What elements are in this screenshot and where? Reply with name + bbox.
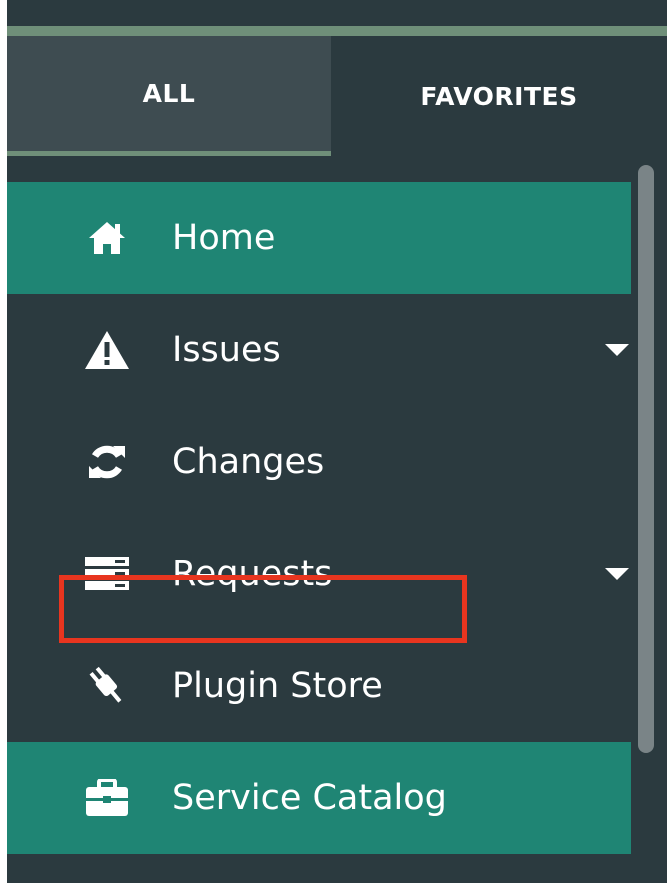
scrollbar-thumb[interactable] bbox=[638, 165, 654, 753]
plug-icon bbox=[83, 662, 131, 710]
menu-item-service-catalog-label: Service Catalog bbox=[172, 777, 447, 818]
tab-all-label: ALL bbox=[142, 79, 196, 108]
menu-item-issues-label: Issues bbox=[172, 329, 281, 370]
tab-favorites-label: FAVORITES bbox=[420, 81, 578, 111]
menu-item-plugin-store[interactable]: Plugin Store bbox=[7, 630, 631, 742]
menu-item-changes[interactable]: Changes bbox=[7, 406, 631, 518]
menu-item-issues[interactable]: Issues bbox=[7, 294, 631, 406]
menu-item-requests-label: Requests bbox=[172, 553, 333, 594]
tab-bar: ALL FAVORITES bbox=[7, 36, 667, 156]
navigation-panel: ALL FAVORITES Home Issues Changes Reques… bbox=[7, 0, 667, 883]
server-icon bbox=[83, 550, 131, 598]
menu-item-requests[interactable]: Requests bbox=[7, 518, 631, 630]
top-band bbox=[7, 0, 667, 26]
menu-item-plugin-store-label: Plugin Store bbox=[172, 665, 383, 706]
refresh-icon bbox=[83, 438, 131, 486]
warning-icon bbox=[83, 326, 131, 374]
tab-favorites[interactable]: FAVORITES bbox=[331, 36, 667, 156]
chevron-down-icon[interactable] bbox=[605, 568, 629, 580]
nav-menu: Home Issues Changes Requests Plugin Stor… bbox=[7, 182, 631, 854]
tab-all[interactable]: ALL bbox=[7, 36, 331, 156]
menu-item-home-label: Home bbox=[172, 217, 276, 258]
top-divider bbox=[7, 26, 667, 36]
briefcase-icon bbox=[83, 774, 131, 822]
chevron-down-icon[interactable] bbox=[605, 344, 629, 356]
menu-item-service-catalog[interactable]: Service Catalog bbox=[7, 742, 631, 854]
menu-item-changes-label: Changes bbox=[172, 441, 325, 482]
home-icon bbox=[83, 214, 131, 262]
menu-item-home[interactable]: Home bbox=[7, 182, 631, 294]
